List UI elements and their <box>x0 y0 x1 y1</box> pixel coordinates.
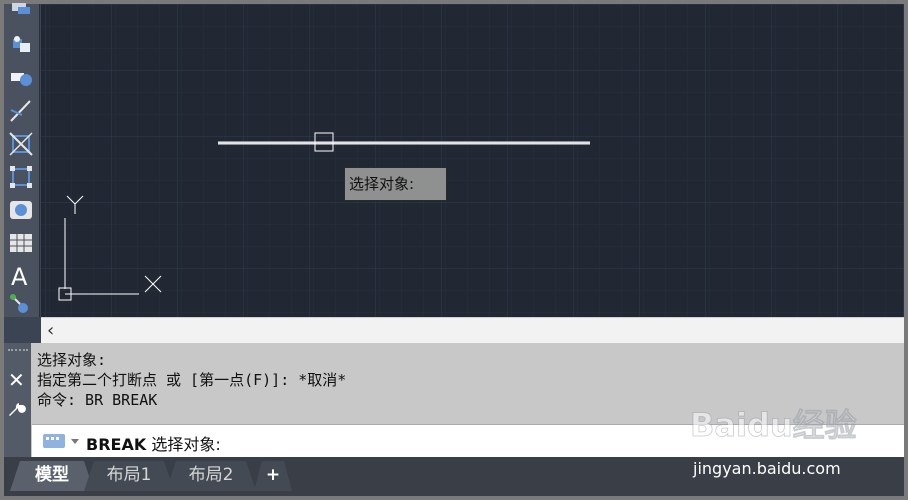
command-prompt: BREAK 选择对象: <box>86 431 221 455</box>
stretch-tool-icon[interactable] <box>6 163 36 191</box>
tab-model-label: 模型 <box>35 465 69 485</box>
prompt-command-name: BREAK <box>86 435 147 454</box>
insert-block-icon[interactable] <box>6 291 36 319</box>
history-line: 指定第二个打断点 或 [第一点(F)]: *取消* <box>37 371 347 389</box>
tab-layout2-label: 布局2 <box>188 465 234 485</box>
add-layout-button[interactable]: + <box>254 461 292 491</box>
wrench-icon[interactable] <box>7 399 27 423</box>
copy-tool-icon[interactable] <box>6 0 36 24</box>
watermark-url: jingyan.baidu.com <box>693 459 841 478</box>
tab-layout1[interactable]: 布局1 <box>84 461 174 491</box>
modify-toolbar: A <box>4 3 40 319</box>
plus-icon: + <box>265 465 281 485</box>
command-history: 选择对象: 指定第二个打断点 或 [第一点(F)]: *取消* 命令: BR B… <box>37 350 346 410</box>
mirror-tool-icon[interactable] <box>6 30 36 58</box>
table-tool-icon[interactable] <box>6 229 36 257</box>
region-tool-icon[interactable] <box>6 196 36 224</box>
svg-text:A: A <box>11 263 28 289</box>
close-icon[interactable]: ✕ <box>8 368 25 392</box>
tab-layout1-label: 布局1 <box>106 465 152 485</box>
drawing-grid <box>41 4 904 317</box>
horizontal-scrollbar[interactable]: ‹ <box>41 317 904 343</box>
tab-layout2[interactable]: 布局2 <box>166 461 256 491</box>
prompt-text: 选择对象: <box>146 435 221 454</box>
scroll-left-icon[interactable]: ‹ <box>47 320 54 341</box>
drag-grip-icon[interactable] <box>8 349 28 353</box>
trim-tool-icon[interactable] <box>6 97 36 125</box>
dynamic-input-tooltip: 选择对象: <box>344 167 447 201</box>
history-line: 命令: BR BREAK <box>37 391 158 409</box>
scale-tool-icon[interactable] <box>6 130 36 158</box>
command-prompt-icon[interactable] <box>42 431 82 455</box>
history-line: 选择对象: <box>37 351 107 369</box>
watermark-brand: Baidu经验 <box>690 406 857 444</box>
text-tool-icon[interactable]: A <box>6 262 36 290</box>
tab-model[interactable]: 模型 <box>10 461 94 491</box>
baidu-watermark-logo: Baidu经验 <box>688 400 868 452</box>
move-tool-icon[interactable] <box>6 64 36 92</box>
command-window-handle[interactable]: ✕ <box>4 343 31 457</box>
drawing-canvas[interactable]: 选择对象: <box>41 4 904 317</box>
